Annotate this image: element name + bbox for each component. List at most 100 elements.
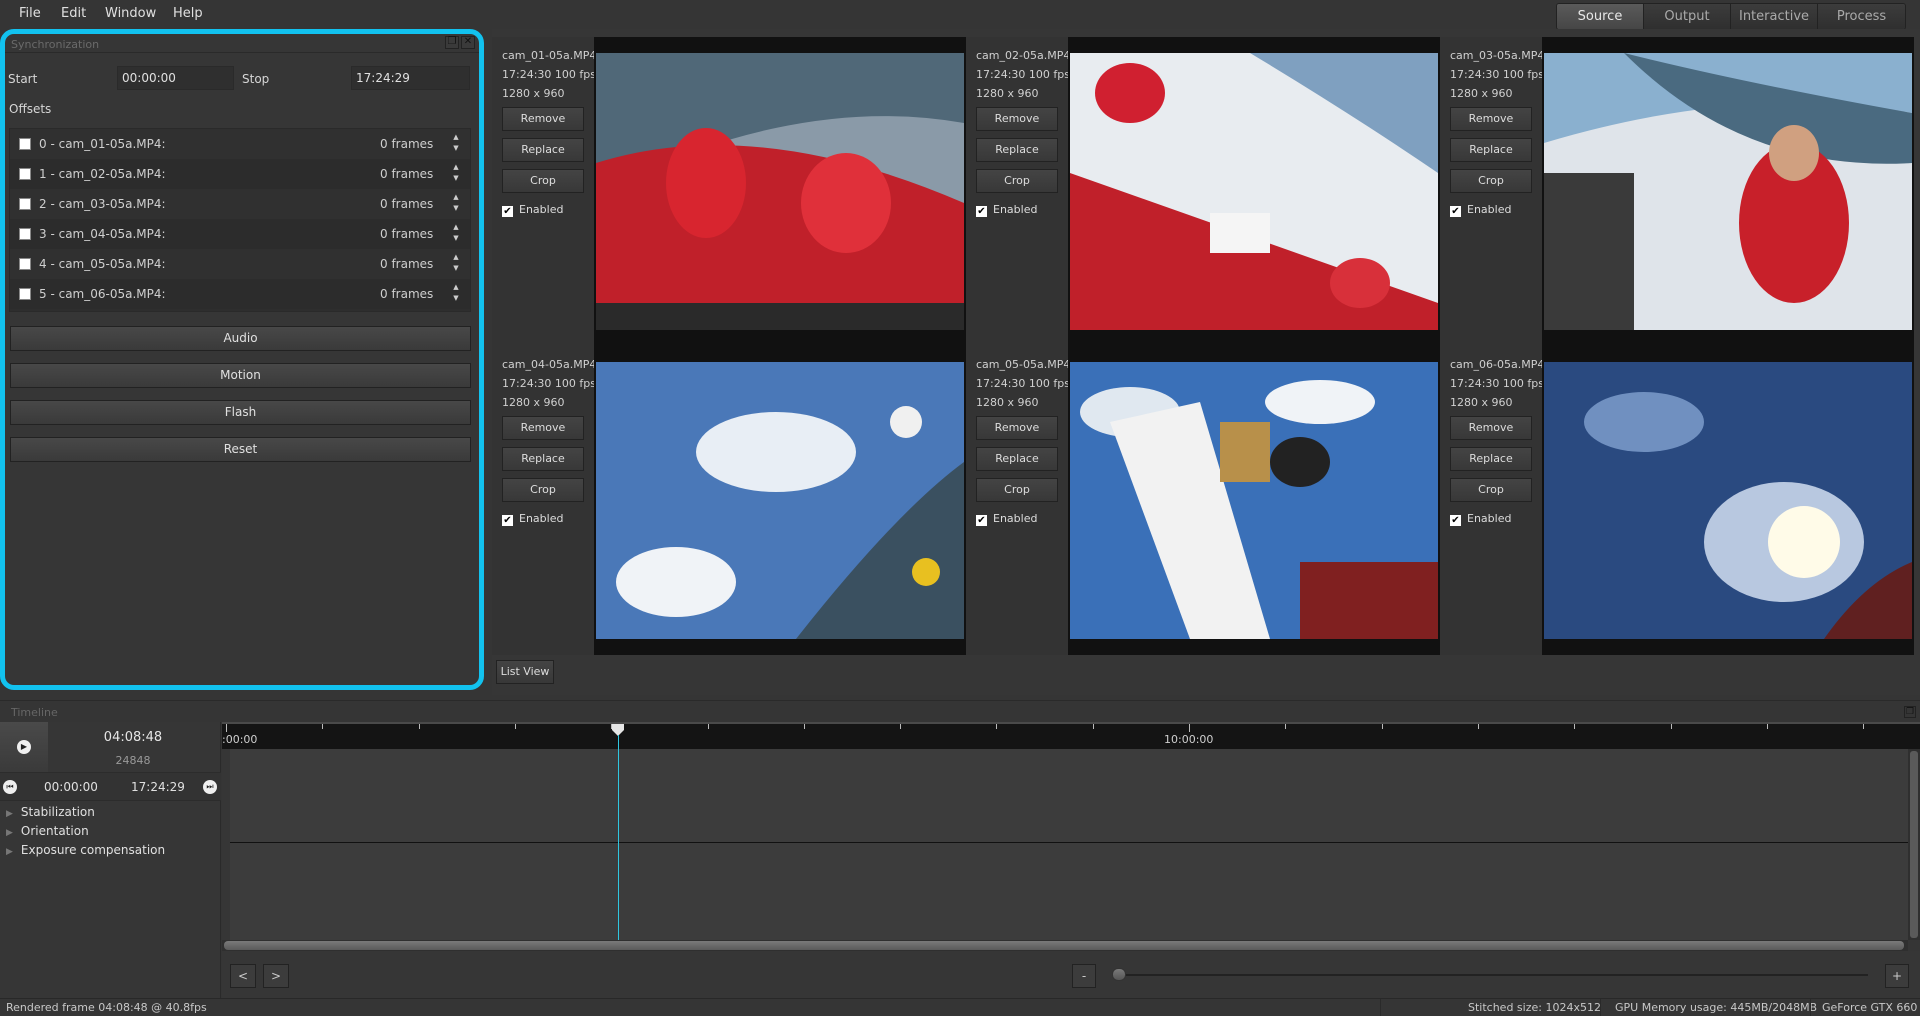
camera-preview[interactable] (594, 37, 966, 346)
tab-source[interactable]: Source (1557, 4, 1644, 29)
enabled-checkbox[interactable]: ✔ Enabled (976, 203, 1037, 217)
crop-button[interactable]: Crop (1450, 478, 1532, 502)
spin-down-icon[interactable]: ▼ (453, 204, 458, 212)
spin-up-icon[interactable]: ▲ (453, 193, 458, 201)
enabled-checkbox[interactable]: ✔ Enabled (1450, 203, 1511, 217)
offset-checkbox[interactable] (19, 138, 31, 150)
offset-checkbox[interactable] (19, 198, 31, 210)
spin-up-icon[interactable]: ▲ (453, 223, 458, 231)
zoom-slider-handle[interactable] (1112, 968, 1126, 981)
expand-icon[interactable]: ▶ (6, 809, 13, 819)
crop-button[interactable]: Crop (502, 169, 584, 193)
replace-button[interactable]: Replace (502, 447, 584, 471)
camera-preview[interactable] (1068, 37, 1440, 346)
offset-value[interactable]: 0 frames (380, 137, 433, 151)
crop-button[interactable]: Crop (976, 478, 1058, 502)
spin-down-icon[interactable]: ▼ (453, 144, 458, 152)
tree-item-exposure-compensation[interactable]: ▶ Exposure compensation (6, 843, 165, 857)
offset-value[interactable]: 0 frames (380, 197, 433, 211)
zoom-out-button[interactable]: - (1072, 964, 1096, 988)
check-icon[interactable]: ✔ (976, 206, 987, 217)
scrollbar-thumb[interactable] (224, 941, 1904, 950)
menu-window[interactable]: Window (105, 6, 156, 21)
spin-up-icon[interactable]: ▲ (453, 133, 458, 141)
remove-button[interactable]: Remove (976, 416, 1058, 440)
remove-button[interactable]: Remove (502, 416, 584, 440)
camera-preview[interactable] (1542, 346, 1914, 655)
spin-up-icon[interactable]: ▲ (453, 163, 458, 171)
spin-up-icon[interactable]: ▲ (453, 253, 458, 261)
remove-button[interactable]: Remove (1450, 416, 1532, 440)
offset-spinner[interactable]: ▲ ▼ (452, 162, 460, 186)
tree-item-orientation[interactable]: ▶ Orientation (6, 824, 89, 838)
jump-to-start-icon[interactable]: ⏮ (3, 780, 17, 794)
replace-button[interactable]: Replace (1450, 447, 1532, 471)
timeline-tracks[interactable] (222, 749, 1908, 940)
remove-button[interactable]: Remove (1450, 107, 1532, 131)
check-icon[interactable]: ✔ (502, 206, 513, 217)
remove-button[interactable]: Remove (976, 107, 1058, 131)
spin-down-icon[interactable]: ▼ (453, 174, 458, 182)
offset-spinner[interactable]: ▲ ▼ (452, 252, 460, 276)
zoom-in-button[interactable]: + (1885, 964, 1909, 988)
crop-button[interactable]: Crop (502, 478, 584, 502)
offset-checkbox[interactable] (19, 258, 31, 270)
replace-button[interactable]: Replace (1450, 138, 1532, 162)
camera-preview[interactable] (1068, 346, 1440, 655)
timeline-horizontal-scrollbar[interactable] (222, 940, 1908, 951)
offset-checkbox[interactable] (19, 288, 31, 300)
enabled-checkbox[interactable]: ✔ Enabled (502, 203, 563, 217)
replace-button[interactable]: Replace (976, 447, 1058, 471)
offset-spinner[interactable]: ▲ ▼ (452, 222, 460, 246)
jump-to-end-icon[interactable]: ⏭ (203, 780, 217, 794)
replace-button[interactable]: Replace (502, 138, 584, 162)
remove-button[interactable]: Remove (502, 107, 584, 131)
check-icon[interactable]: ✔ (1450, 206, 1461, 217)
offset-value[interactable]: 0 frames (380, 227, 433, 241)
stop-time-input[interactable] (351, 66, 470, 90)
check-icon[interactable]: ✔ (976, 515, 987, 526)
expand-icon[interactable]: ▶ (6, 847, 13, 857)
offset-checkbox[interactable] (19, 168, 31, 180)
tab-interactive[interactable]: Interactive (1731, 4, 1818, 29)
spin-down-icon[interactable]: ▼ (453, 234, 458, 242)
camera-preview[interactable] (594, 346, 966, 655)
audio-sync-button[interactable]: Audio (10, 326, 471, 351)
offset-value[interactable]: 0 frames (380, 167, 433, 181)
offset-value[interactable]: 0 frames (380, 287, 433, 301)
float-panel-button[interactable]: ❐ (445, 36, 459, 49)
enabled-checkbox[interactable]: ✔ Enabled (1450, 512, 1511, 526)
timeline-ruler[interactable]: :00:00 10:00:00 (222, 722, 1920, 749)
list-view-button[interactable]: List View (496, 660, 554, 684)
check-icon[interactable]: ✔ (1450, 515, 1461, 526)
offset-spinner[interactable]: ▲ ▼ (452, 192, 460, 216)
zoom-slider-track[interactable] (1118, 974, 1868, 976)
scrollbar-thumb[interactable] (1910, 751, 1918, 938)
flash-sync-button[interactable]: Flash (10, 400, 471, 425)
timeline-vertical-scrollbar[interactable] (1908, 749, 1920, 940)
tab-process[interactable]: Process (1818, 4, 1905, 29)
reset-sync-button[interactable]: Reset (10, 437, 471, 462)
spin-down-icon[interactable]: ▼ (453, 294, 458, 302)
previous-button[interactable]: < (230, 964, 256, 988)
enabled-checkbox[interactable]: ✔ Enabled (976, 512, 1037, 526)
menu-edit[interactable]: Edit (61, 6, 86, 21)
range-start[interactable]: 00:00:00 (44, 780, 98, 794)
close-panel-button[interactable]: ✕ (461, 36, 475, 49)
tree-item-stabilization[interactable]: ▶ Stabilization (6, 805, 95, 819)
offset-spinner[interactable]: ▲ ▼ (452, 282, 460, 306)
next-button[interactable]: > (263, 964, 289, 988)
start-time-input[interactable] (117, 66, 234, 90)
camera-preview[interactable] (1542, 37, 1914, 346)
float-timeline-button[interactable]: ❐ (1904, 706, 1916, 718)
expand-icon[interactable]: ▶ (6, 828, 13, 838)
crop-button[interactable]: Crop (976, 169, 1058, 193)
enabled-checkbox[interactable]: ✔ Enabled (502, 512, 563, 526)
menu-file[interactable]: File (19, 6, 41, 21)
offset-checkbox[interactable] (19, 228, 31, 240)
spin-up-icon[interactable]: ▲ (453, 283, 458, 291)
offset-spinner[interactable]: ▲ ▼ (452, 132, 460, 156)
tab-output[interactable]: Output (1644, 4, 1731, 29)
crop-button[interactable]: Crop (1450, 169, 1532, 193)
check-icon[interactable]: ✔ (502, 515, 513, 526)
